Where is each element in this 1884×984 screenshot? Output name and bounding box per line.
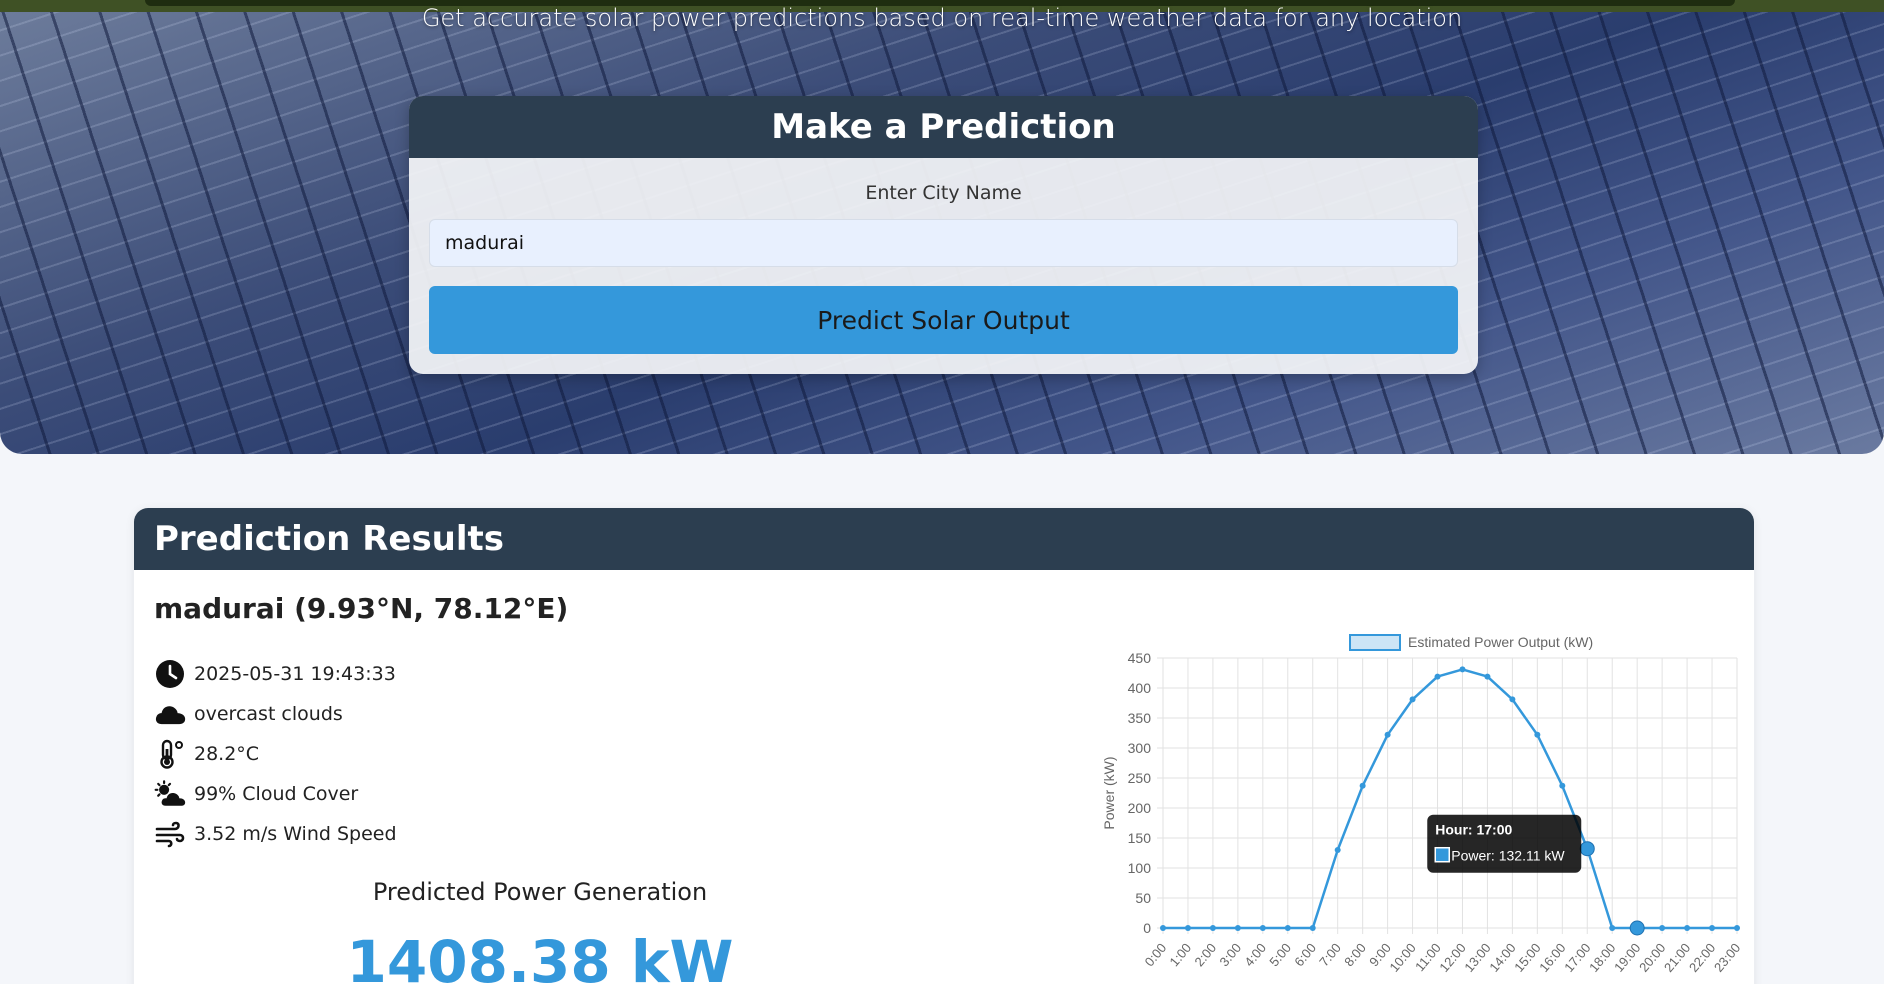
x-tick-label: 13:00 bbox=[1461, 940, 1493, 975]
x-tick-label: 17:00 bbox=[1561, 940, 1593, 975]
weather-text: overcast clouds bbox=[194, 703, 343, 725]
x-tick-label: 19:00 bbox=[1611, 940, 1643, 975]
x-tick-label: 8:00 bbox=[1341, 940, 1369, 969]
x-tick-label: 20:00 bbox=[1636, 940, 1668, 975]
results-card: Prediction Results madurai (9.93°N, 78.1… bbox=[134, 508, 1754, 984]
tooltip-swatch bbox=[1434, 846, 1451, 863]
data-point bbox=[1629, 920, 1645, 936]
tooltip-title: Hour: 17:00 bbox=[1435, 822, 1512, 838]
x-tick-label: 5:00 bbox=[1266, 940, 1294, 969]
x-tick-label: 6:00 bbox=[1291, 940, 1319, 969]
data-point bbox=[1484, 673, 1491, 680]
x-tick-label: 22:00 bbox=[1686, 940, 1718, 975]
x-tick-label: 0:00 bbox=[1142, 940, 1170, 969]
series-line bbox=[1163, 668, 1737, 930]
x-tick-label: 12:00 bbox=[1436, 940, 1468, 975]
x-tick-label: 2:00 bbox=[1191, 940, 1219, 969]
data-point bbox=[1734, 925, 1740, 931]
data-point bbox=[1579, 841, 1595, 857]
prediction-form-title: Make a Prediction bbox=[409, 96, 1478, 158]
y-axis-label: Power (kW) bbox=[1101, 756, 1117, 829]
x-tick-label: 15:00 bbox=[1511, 940, 1543, 975]
y-tick-label: 200 bbox=[1128, 800, 1152, 816]
results-title: Prediction Results bbox=[134, 508, 1754, 570]
cloud-cover-row: 99% Cloud Cover bbox=[154, 774, 397, 814]
wind-row: 3.52 m/s Wind Speed bbox=[154, 814, 397, 854]
legend-swatch bbox=[1349, 634, 1401, 651]
prediction-form-card: Make a Prediction Enter City Name Predic… bbox=[409, 96, 1478, 374]
city-input[interactable] bbox=[429, 219, 1458, 267]
y-tick-label: 100 bbox=[1128, 860, 1152, 876]
y-tick-label: 0 bbox=[1143, 920, 1151, 936]
cloud-icon bbox=[154, 698, 186, 730]
predict-button[interactable]: Predict Solar Output bbox=[429, 286, 1458, 354]
data-point bbox=[1160, 925, 1166, 931]
tooltip-label: Power: 132.11 kW bbox=[1451, 848, 1565, 864]
wind-icon bbox=[154, 818, 186, 850]
x-tick-label: 10:00 bbox=[1386, 940, 1418, 975]
chart-svg: Estimated Power Output (kW) 0 50 100 150 200 2… bbox=[1101, 634, 1743, 975]
data-point bbox=[1259, 925, 1266, 931]
location-title: madurai (9.93°N, 78.12°E) bbox=[154, 592, 569, 625]
y-tick-label: 350 bbox=[1128, 710, 1152, 726]
temperature-row: 28.2°C bbox=[154, 734, 397, 774]
data-point bbox=[1659, 925, 1666, 931]
x-tick-label: 4:00 bbox=[1241, 940, 1269, 969]
data-point bbox=[1334, 847, 1341, 853]
data-point bbox=[1234, 925, 1241, 931]
y-tick-label: 400 bbox=[1128, 680, 1152, 696]
x-tick-label: 14:00 bbox=[1486, 940, 1518, 975]
y-tick-label: 300 bbox=[1128, 740, 1152, 756]
generation-title: Predicted Power Generation bbox=[372, 878, 708, 906]
data-point bbox=[1709, 925, 1716, 931]
wind-speed-text: 3.52 m/s Wind Speed bbox=[194, 823, 397, 845]
weather-row: overcast clouds bbox=[154, 694, 397, 734]
data-point bbox=[1184, 925, 1191, 931]
x-tick-label: 23:00 bbox=[1711, 940, 1743, 975]
data-point bbox=[1434, 673, 1441, 680]
y-tick-label: 250 bbox=[1128, 770, 1152, 786]
y-tick-label: 450 bbox=[1128, 650, 1152, 666]
x-tick-label: 18:00 bbox=[1586, 940, 1618, 975]
legend-label: Estimated Power Output (kW) bbox=[1408, 634, 1593, 650]
data-point bbox=[1684, 925, 1691, 931]
y-tick-label: 50 bbox=[1135, 890, 1151, 906]
hero-subtitle: Get accurate solar power predictions bas… bbox=[421, 4, 1463, 32]
generation-value: 1408.38 kW bbox=[346, 928, 734, 984]
thermometer-icon bbox=[154, 738, 186, 770]
x-tick-label: 7:00 bbox=[1316, 940, 1344, 969]
power-output-chart: Estimated Power Output (kW) 0 50 100 150 200 2… bbox=[954, 626, 1754, 984]
data-point bbox=[1534, 731, 1541, 738]
temperature-text: 28.2°C bbox=[194, 743, 260, 765]
data-point bbox=[1309, 925, 1316, 931]
x-tick-label: 3:00 bbox=[1216, 940, 1244, 969]
data-point bbox=[1459, 666, 1466, 673]
cloud-sun-icon bbox=[154, 778, 186, 810]
data-point bbox=[1509, 696, 1516, 703]
weather-info-list: 2025-05-31 19:43:33 overcast clouds 28.2… bbox=[154, 654, 397, 854]
x-tick-label: 21:00 bbox=[1661, 940, 1693, 975]
data-point bbox=[1384, 731, 1391, 738]
data-point bbox=[1359, 782, 1366, 789]
clock-icon bbox=[154, 658, 186, 690]
data-point bbox=[1609, 925, 1616, 931]
data-point bbox=[1284, 925, 1291, 931]
timestamp-text: 2025-05-31 19:43:33 bbox=[194, 663, 396, 685]
data-point bbox=[1559, 782, 1566, 789]
y-tick-label: 150 bbox=[1128, 830, 1152, 846]
data-point bbox=[1409, 696, 1416, 703]
city-label: Enter City Name bbox=[865, 182, 1022, 204]
cloud-cover-text: 99% Cloud Cover bbox=[194, 783, 359, 805]
timestamp-row: 2025-05-31 19:43:33 bbox=[154, 654, 397, 694]
x-tick-label: 1:00 bbox=[1166, 940, 1194, 969]
data-point bbox=[1209, 925, 1216, 931]
x-tick-label: 16:00 bbox=[1536, 940, 1568, 975]
x-tick-label: 11:00 bbox=[1412, 940, 1444, 974]
